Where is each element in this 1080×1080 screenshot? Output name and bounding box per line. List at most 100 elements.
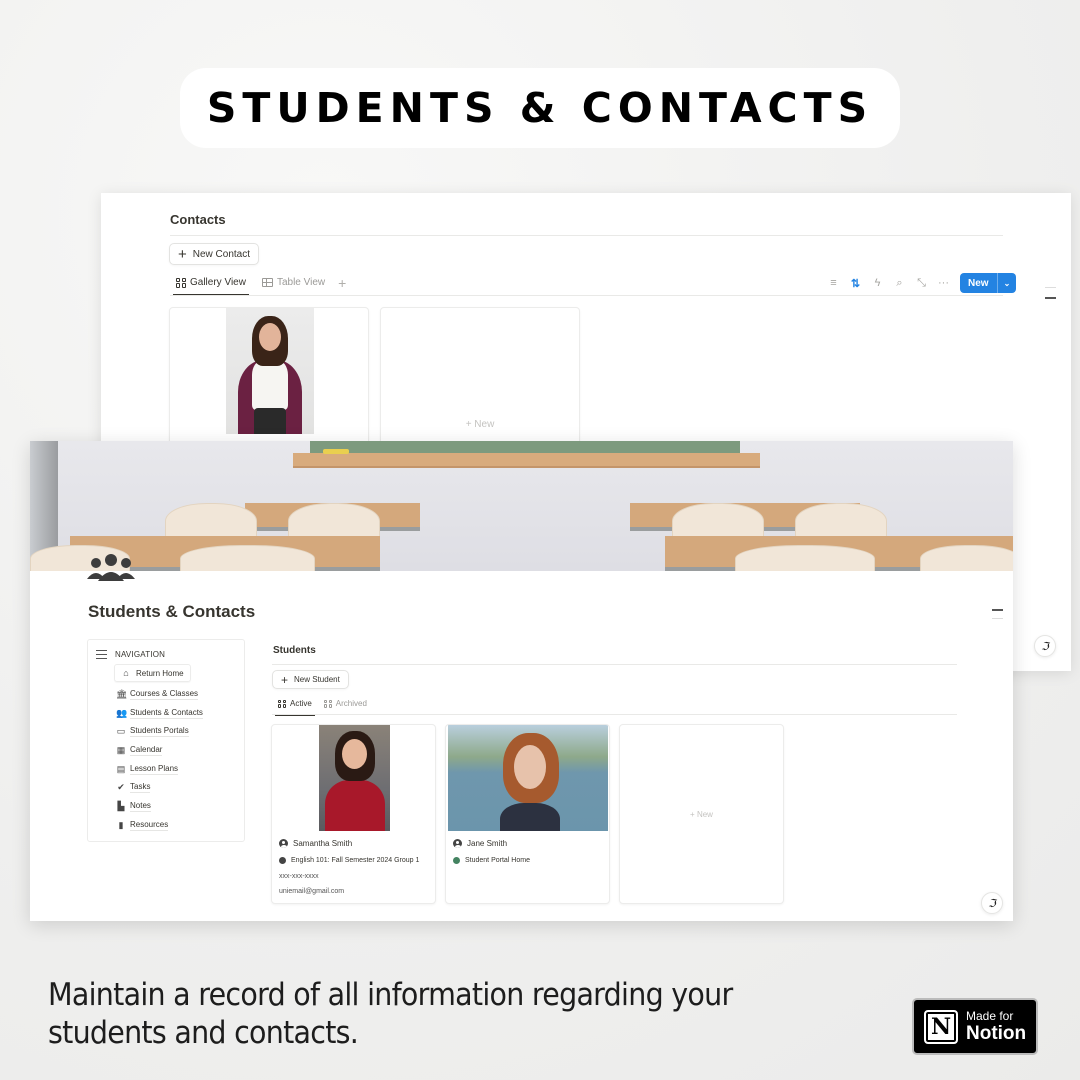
nav-item-lesson-plans[interactable]: ▤ Lesson Plans — [116, 764, 179, 775]
student-portal-link[interactable]: Student Portal Home — [465, 857, 530, 864]
filter-icon[interactable]: ≡ — [828, 277, 839, 289]
navigation-heading: NAVIGATION — [96, 650, 165, 659]
outline-marker[interactable] — [992, 609, 1003, 611]
headline-banner: STUDENTS & CONTACTS — [180, 68, 900, 148]
divider — [272, 714, 957, 715]
tab-active[interactable]: Active — [275, 695, 315, 716]
book-icon: ▮ — [118, 820, 124, 830]
student-email[interactable]: uniemail@gmail.com — [279, 888, 344, 895]
student-phone-row: xxx-xxx-xxxx — [279, 873, 319, 880]
new-student-label: New Student — [294, 675, 340, 684]
new-card-label: + New — [690, 810, 713, 819]
divider — [170, 295, 1003, 296]
more-icon[interactable]: ··· — [938, 277, 949, 289]
gallery-icon — [278, 699, 286, 708]
lightning-icon[interactable]: ϟ — [872, 277, 883, 289]
student-card[interactable]: Samantha Smith English 101: Fall Semeste… — [271, 724, 436, 904]
people-group-icon — [87, 554, 135, 581]
student-name-row: Samantha Smith — [279, 839, 352, 848]
person-icon — [453, 839, 462, 848]
tab-label: Gallery View — [190, 277, 246, 288]
status-dot-icon — [453, 857, 460, 864]
help-button[interactable]: ℑ — [981, 892, 1003, 914]
badge-line1: Made for — [966, 1009, 1014, 1023]
building-columns-icon: 🏛 — [116, 689, 128, 699]
menu-icon — [96, 650, 107, 659]
plus-icon: + — [281, 672, 289, 687]
navigation-panel: NAVIGATION ⌂ Return Home 🏛 Courses & Cla… — [87, 639, 245, 842]
tab-label: Table View — [276, 277, 326, 288]
people-icon: 👥 — [116, 708, 128, 718]
nav-item-resources[interactable]: ▮ Resources — [116, 820, 169, 831]
add-view-icon[interactable]: + — [338, 275, 346, 291]
gallery-icon — [323, 699, 332, 708]
plus-icon: + — [178, 245, 187, 263]
new-label: New — [968, 277, 989, 289]
return-home-label: Return Home — [136, 668, 184, 678]
return-home-button[interactable]: ⌂ Return Home — [114, 664, 191, 682]
nav-item-notes[interactable]: ▙ Notes — [116, 801, 151, 812]
tab-archived[interactable]: Archived — [321, 695, 370, 713]
divider — [272, 664, 957, 665]
outline-marker — [1045, 287, 1056, 288]
new-contact-button[interactable]: + New Contact — [169, 243, 260, 265]
cover-ledge — [293, 453, 760, 468]
photo-figure — [259, 323, 281, 351]
tab-label: Active — [290, 699, 312, 708]
student-photo — [448, 725, 608, 831]
new-card-label: + New — [465, 419, 495, 430]
home-icon: ⌂ — [123, 667, 129, 678]
nav-item-students-contacts[interactable]: 👥 Students & Contacts — [116, 708, 203, 719]
navigation-heading-label: NAVIGATION — [115, 650, 166, 659]
nav-item-courses-classes[interactable]: 🏛 Courses & Classes — [116, 689, 199, 700]
student-portal-row: Student Portal Home — [453, 857, 530, 864]
nav-item-students-portals[interactable]: ▭ Students Portals — [116, 726, 189, 737]
sort-icon[interactable]: ⇅ — [850, 277, 861, 290]
tab-label: Archived — [335, 699, 367, 708]
expand-icon[interactable]: ⤡ — [916, 277, 927, 290]
new-record-button[interactable]: New ⌄ — [960, 273, 1017, 293]
student-name: Samantha Smith — [293, 839, 353, 848]
help-button[interactable]: ℑ — [1034, 635, 1056, 657]
nav-item-calendar[interactable]: ▦ Calendar — [116, 745, 163, 756]
notion-logo-icon: N — [924, 1009, 958, 1044]
made-for-notion-badge: N Made for Notion — [912, 998, 1038, 1055]
photo-figure — [252, 360, 288, 410]
nav-item-tasks[interactable]: ✔ Tasks — [116, 782, 151, 793]
tab-table-view[interactable]: Table View — [259, 273, 328, 293]
student-name: Jane Smith — [467, 839, 508, 848]
cover-chair — [735, 545, 875, 571]
outline-marker[interactable] — [1045, 297, 1056, 299]
headline-title: STUDENTS & CONTACTS — [206, 84, 874, 132]
student-email-row: uniemail@gmail.com — [279, 888, 344, 895]
tab-gallery-view[interactable]: Gallery View — [173, 273, 249, 296]
contact-photo — [226, 308, 314, 434]
nav-item-label: Notes — [130, 801, 151, 812]
photo-figure — [514, 745, 546, 789]
divider — [170, 235, 1003, 236]
chevron-down-icon[interactable]: ⌄ — [996, 273, 1017, 293]
page-title: Students & Contacts — [88, 602, 256, 621]
new-student-card[interactable]: + New — [619, 724, 784, 904]
student-phone: xxx-xxx-xxxx — [279, 873, 319, 880]
nav-item-label: Students & Contacts — [130, 708, 203, 719]
browser-window-icon: ▭ — [116, 726, 126, 736]
new-contact-card[interactable]: + New — [380, 307, 580, 447]
student-course-row: English 101: Fall Semester 2024 Group 1 — [279, 857, 419, 864]
badge-line2: Notion — [966, 1023, 1027, 1044]
check-circle-icon: ✔ — [117, 782, 125, 792]
contact-card[interactable] — [169, 307, 369, 447]
database-toolbar: ≡ ⇅ ϟ ⌕ ⤡ ··· New ⌄ — [828, 273, 1017, 293]
calendar-icon: ▦ — [116, 745, 126, 755]
cover-chair — [180, 545, 315, 571]
photo-figure — [325, 780, 385, 831]
nav-item-label: Students Portals — [130, 726, 189, 737]
nav-item-label: Courses & Classes — [130, 689, 199, 700]
search-icon[interactable]: ⌕ — [894, 277, 905, 290]
student-card[interactable]: Jane Smith Student Portal Home — [445, 724, 610, 904]
apple-icon — [279, 857, 286, 864]
document-icon: ▙ — [117, 801, 125, 811]
nav-item-label: Resources — [130, 820, 169, 831]
new-student-button[interactable]: + New Student — [272, 670, 349, 689]
student-course[interactable]: English 101: Fall Semester 2024 Group 1 — [291, 857, 419, 864]
